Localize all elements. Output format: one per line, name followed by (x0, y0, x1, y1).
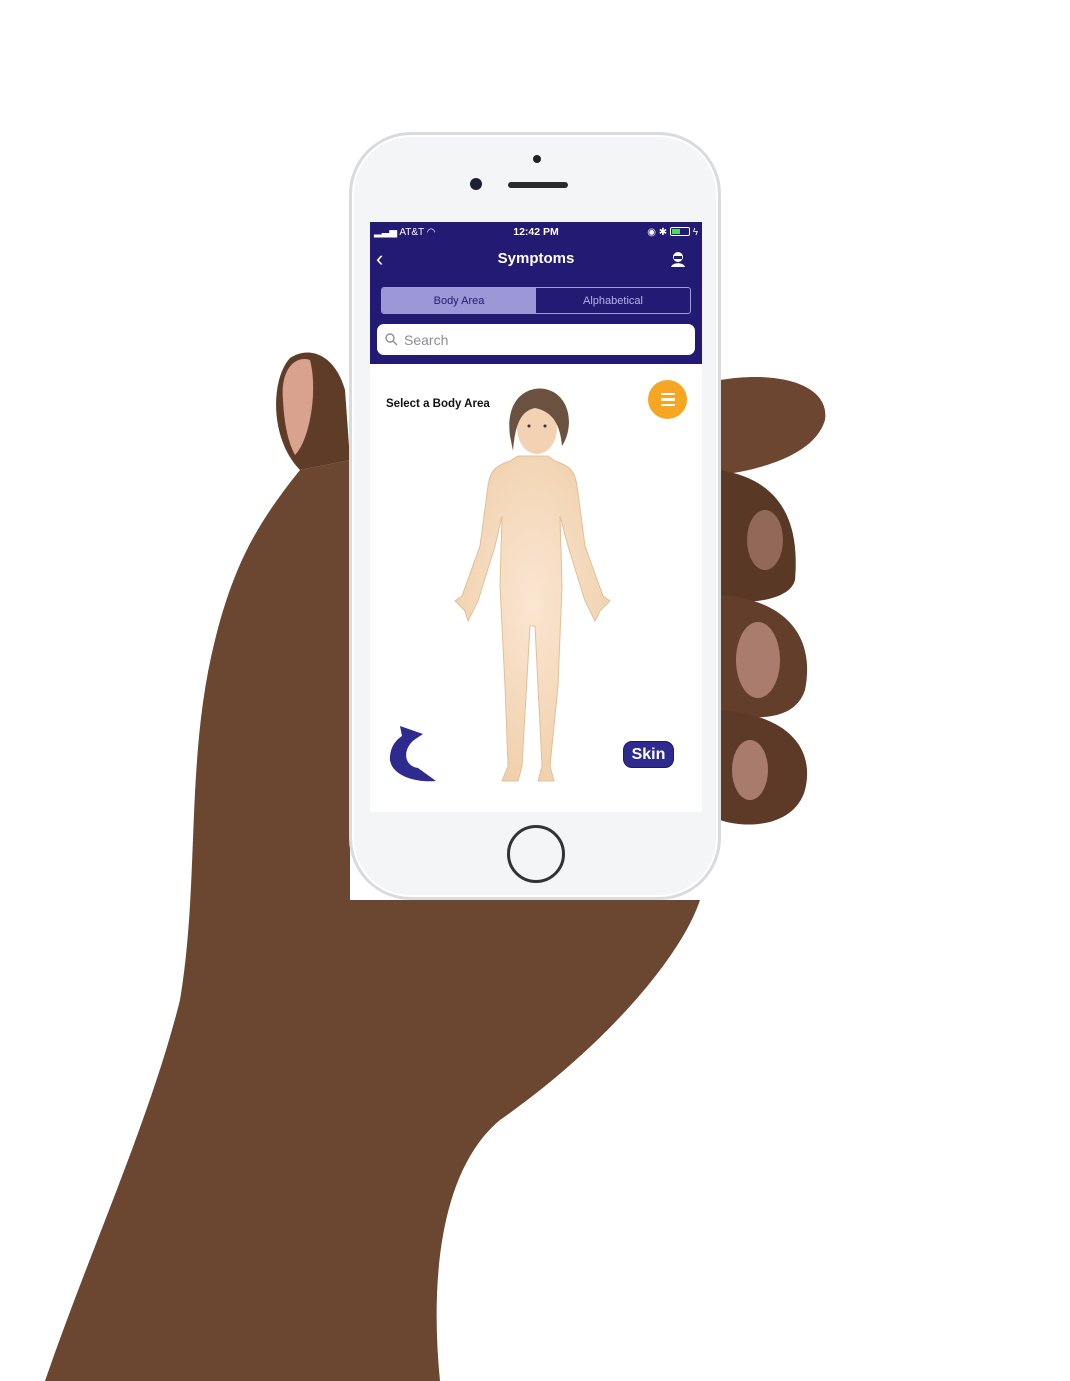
body-figure[interactable] (450, 386, 625, 786)
rotate-arrow-icon[interactable] (388, 726, 438, 782)
home-button[interactable] (507, 825, 565, 883)
torso-limbs (454, 455, 611, 782)
front-camera (470, 178, 482, 190)
search-icon (385, 333, 398, 346)
hamburger-icon[interactable] (648, 380, 687, 419)
app-screen: ▂▃▅ AT&T ◠ ◉ ✱ ϟ 12:42 PM ‹ Symptoms Bod… (370, 222, 702, 812)
sensor (533, 155, 541, 163)
search-input[interactable]: Search (377, 324, 695, 355)
clock: 12:42 PM (513, 226, 559, 238)
search-placeholder: Search (404, 331, 449, 348)
tab-body-area[interactable]: Body Area (382, 288, 536, 313)
segmented-control: Body Area Alphabetical (381, 287, 691, 314)
tab-alphabetical[interactable]: Alphabetical (536, 288, 690, 313)
skin-button[interactable]: Skin (623, 741, 674, 768)
nav-bar: ‹ Symptoms (370, 242, 702, 280)
user-icon[interactable] (670, 251, 686, 267)
earpiece (508, 182, 568, 188)
body-map-area: Select a Body Area Skin (370, 364, 702, 812)
header: ▂▃▅ AT&T ◠ ◉ ✱ ϟ 12:42 PM ‹ Symptoms Bod… (370, 222, 702, 364)
page-title: Symptoms (497, 250, 575, 267)
